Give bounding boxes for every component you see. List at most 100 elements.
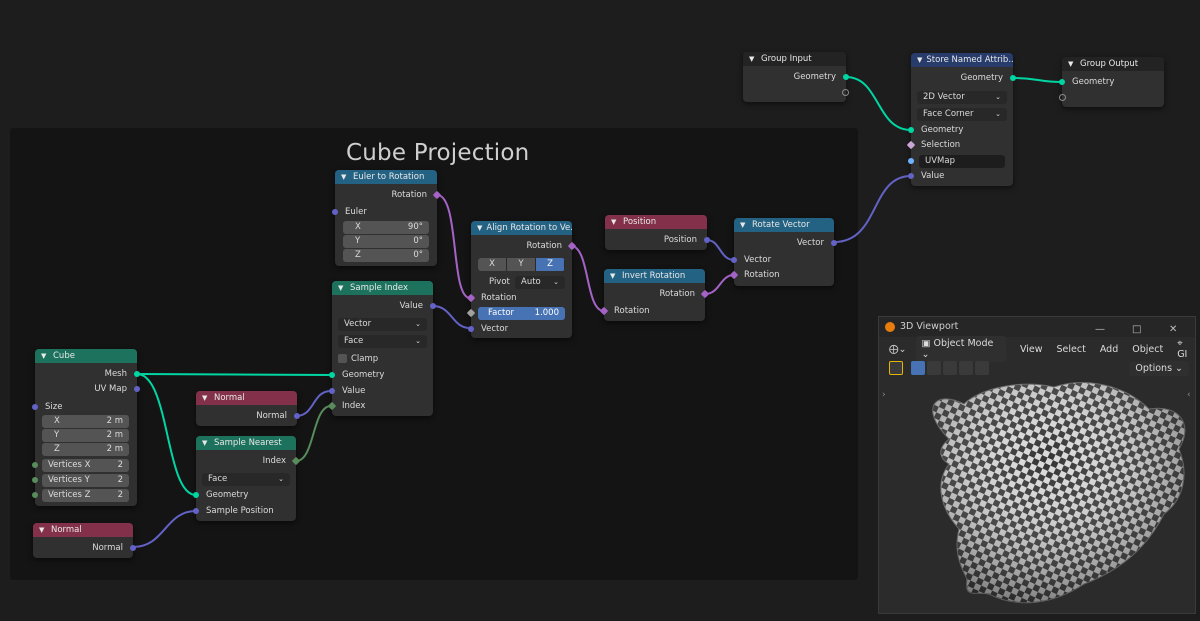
empty-socket[interactable] [842, 89, 849, 96]
node-align-rotation-to-vector[interactable]: ▼ Align Rotation to Ve... Rotation X Y Z … [466, 221, 577, 338]
select-box-tool-icon[interactable] [889, 361, 903, 375]
empty-socket[interactable] [1059, 94, 1066, 101]
menu-add[interactable]: Add [1100, 344, 1118, 355]
string-socket[interactable] [908, 158, 914, 164]
vertices-x-field[interactable]: Vertices X 2 [42, 459, 129, 472]
collapse-chevron-icon[interactable]: ▼ [202, 436, 210, 450]
select-extend-icon[interactable] [927, 361, 941, 375]
node-group-output[interactable]: ▼ Group Output Geometry [1059, 57, 1164, 107]
collapse-chevron-icon[interactable]: ▼ [202, 391, 210, 405]
collapse-chevron-icon[interactable]: ▼ [917, 53, 922, 67]
node-header[interactable]: ▼ Rotate Vector [734, 218, 834, 232]
node-header[interactable]: ▼ Group Output [1062, 57, 1164, 71]
menu-view[interactable]: View [1020, 344, 1043, 355]
vector-socket[interactable] [831, 240, 837, 246]
geometry-socket[interactable] [134, 371, 140, 377]
vector-socket[interactable] [294, 413, 300, 419]
collapse-chevron-icon[interactable]: ▼ [341, 170, 349, 184]
node-header[interactable]: ▼ Normal [196, 391, 297, 405]
node-normal[interactable]: ▼ Normal Normal [196, 391, 300, 426]
node-header[interactable]: ▼ Sample Nearest [196, 436, 296, 450]
euler-y-field[interactable]: Y 0° [343, 235, 429, 248]
domain-dropdown[interactable]: Face Corner ⌄ [917, 108, 1007, 121]
axis-y-button[interactable]: Y [507, 258, 536, 271]
left-panel-arrow-icon[interactable]: › [882, 390, 886, 400]
node-header[interactable]: ▼ Cube [35, 349, 137, 363]
geometry-socket[interactable] [1010, 75, 1016, 81]
collapse-chevron-icon[interactable]: ▼ [740, 218, 748, 232]
geometry-socket[interactable] [329, 372, 335, 378]
size-x-field[interactable]: X 2 m [42, 415, 129, 428]
euler-z-field[interactable]: Z 0° [343, 249, 429, 262]
collapse-chevron-icon[interactable]: ▼ [338, 281, 346, 295]
vector-socket[interactable] [134, 386, 140, 392]
node-header[interactable]: ▼ Normal [33, 523, 133, 537]
select-invert-icon[interactable] [959, 361, 973, 375]
domain-dropdown[interactable]: Face ⌄ [338, 335, 427, 348]
collapse-chevron-icon[interactable]: ▼ [41, 349, 49, 363]
node-cube[interactable]: ▼ Cube Mesh UV Map Size X 2 m Y 2 m Z 2 m Ve… [32, 349, 140, 506]
node-header[interactable]: ▼ Group Input [743, 52, 846, 66]
axis-selector[interactable]: X Y Z [478, 258, 565, 271]
attribute-name-field[interactable]: UVMap [919, 155, 1005, 168]
vector-socket[interactable] [32, 404, 38, 410]
right-panel-arrow-icon[interactable]: ‹ [1187, 390, 1191, 400]
select-intersect-icon[interactable] [975, 361, 989, 375]
euler-x-field[interactable]: X 90° [343, 221, 429, 234]
checkbox-icon[interactable] [338, 354, 347, 363]
collapse-chevron-icon[interactable]: ▼ [39, 523, 47, 537]
node-sample-nearest[interactable]: ▼ Sample Nearest Index Face ⌄ Geometry Sam… [193, 436, 301, 521]
vector-socket[interactable] [731, 257, 737, 263]
integer-socket[interactable] [32, 462, 38, 468]
vertices-y-field[interactable]: Vertices Y 2 [42, 474, 129, 487]
node-invert-rotation[interactable]: ▼ Invert Rotation Rotation Rotation [599, 269, 710, 321]
select-new-icon[interactable] [911, 361, 925, 375]
geometry-socket[interactable] [908, 127, 914, 133]
node-normal-2[interactable]: ▼ Normal Normal [33, 523, 136, 558]
menu-object[interactable]: Object [1132, 344, 1163, 355]
editor-type-icon[interactable]: ⨁⌄ [889, 344, 906, 355]
close-icon[interactable]: ✕ [1169, 320, 1177, 340]
node-euler-to-rotation[interactable]: ▼ Euler to Rotation Rotation Euler X 90° Y… [332, 170, 442, 266]
integer-socket[interactable] [32, 477, 38, 483]
vector-socket[interactable] [130, 545, 136, 551]
clamp-checkbox[interactable]: Clamp [338, 352, 433, 366]
geometry-socket[interactable] [843, 74, 849, 80]
axis-x-button[interactable]: X [478, 258, 507, 271]
menu-gl[interactable]: ⌖ GI [1177, 338, 1195, 360]
collapse-chevron-icon[interactable]: ▼ [1068, 57, 1076, 71]
boolean-socket[interactable] [906, 140, 916, 150]
node-sample-index[interactable]: ▼ Sample Index Value Vector ⌄ Face ⌄ Clamp … [327, 281, 436, 416]
viewport-window[interactable]: 3D Viewport — □ ✕ ⨁⌄ ▣ Object Mode ⌄ Vie… [878, 316, 1196, 614]
domain-dropdown[interactable]: Face ⌄ [202, 473, 290, 486]
vector-socket[interactable] [329, 388, 335, 394]
vector-socket[interactable] [908, 173, 914, 179]
node-header[interactable]: ▼ Euler to Rotation [335, 170, 437, 184]
vertices-z-field[interactable]: Vertices Z 2 [42, 489, 129, 502]
viewport-scene[interactable]: › ‹ [879, 379, 1195, 613]
node-position[interactable]: ▼ Position Position [605, 215, 710, 250]
pivot-dropdown[interactable]: Auto ⌄ [515, 276, 565, 289]
vector-socket[interactable] [193, 508, 199, 514]
options-dropdown[interactable]: Options ⌄ [1129, 361, 1189, 376]
integer-socket[interactable] [32, 492, 38, 498]
node-header[interactable]: ▼ Store Named Attrib... [911, 53, 1013, 67]
viewport-titlebar[interactable]: 3D Viewport — □ ✕ [879, 317, 1195, 337]
collapse-chevron-icon[interactable]: ▼ [611, 215, 619, 229]
vector-socket[interactable] [332, 209, 338, 215]
select-subtract-icon[interactable] [943, 361, 957, 375]
mode-dropdown[interactable]: ▣ Object Mode ⌄ [916, 336, 1006, 362]
suzanne-mesh[interactable] [932, 382, 1186, 604]
vector-socket[interactable] [468, 326, 474, 332]
vector-socket[interactable] [704, 237, 710, 243]
geometry-socket[interactable] [1059, 79, 1065, 85]
data-type-dropdown[interactable]: 2D Vector ⌄ [917, 91, 1007, 104]
collapse-chevron-icon[interactable]: ▼ [610, 269, 618, 283]
size-z-field[interactable]: Z 2 m [42, 443, 129, 456]
collapse-chevron-icon[interactable]: ▼ [477, 221, 482, 235]
data-type-dropdown[interactable]: Vector ⌄ [338, 318, 427, 331]
minimize-icon[interactable]: — [1095, 320, 1105, 340]
node-group-input[interactable]: ▼ Group Input Geometry [743, 52, 849, 102]
vector-socket[interactable] [430, 303, 436, 309]
node-header[interactable]: ▼ Position [605, 215, 707, 229]
